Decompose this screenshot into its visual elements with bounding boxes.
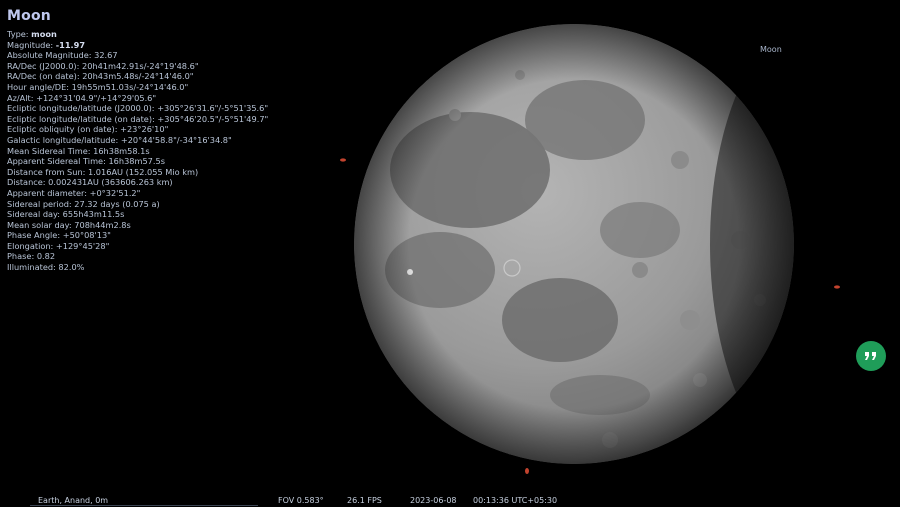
info-line: Type: moon: [7, 29, 347, 40]
info-line-value: +129°45'28": [55, 240, 110, 251]
info-line-value: 16h38m58.1s: [93, 145, 150, 156]
info-line-label: Phase:: [7, 251, 37, 262]
info-line-label: Type:: [7, 29, 32, 39]
info-line-label: RA/Dec (J2000.0):: [7, 60, 82, 71]
fov-text[interactable]: FOV 0.583°: [278, 496, 324, 505]
quote-icon: [865, 352, 876, 360]
info-line-label: Ecliptic longitude/latitude (J2000.0):: [7, 103, 158, 114]
info-line-label: Illuminated:: [7, 262, 59, 273]
info-line-value: 1.016AU (152.055 Mio km): [88, 166, 199, 177]
info-line-label: Mean solar day:: [7, 219, 75, 230]
info-line: Hour angle/DE: 19h55m51.03s/-24°14'46.0": [7, 82, 347, 93]
info-line: Az/Alt: +124°31'04.9"/+14°29'05.6": [7, 93, 347, 104]
info-line-value: +305°26'31.6"/-5°51'35.6": [157, 103, 269, 114]
moon-sky-label[interactable]: Moon: [760, 45, 782, 54]
info-line: Ecliptic longitude/latitude (on date): +…: [7, 114, 347, 125]
info-line: Ecliptic obliquity (on date): +23°26'10": [7, 124, 347, 135]
info-line: Magnitude: -11.97: [7, 40, 347, 51]
info-line: RA/Dec (J2000.0): 20h41m42.91s/-24°19'48…: [7, 61, 347, 72]
info-line-label: Hour angle/DE:: [7, 81, 72, 92]
star-marker[interactable]: [834, 285, 840, 289]
location-underline: [30, 505, 258, 506]
info-line-value: +50°08'13": [62, 230, 111, 241]
info-line: Sidereal day: 655h43m11.5s: [7, 209, 347, 220]
info-line-label: Distance:: [7, 177, 49, 188]
fps-text: 26.1 FPS: [347, 496, 382, 505]
date-text[interactable]: 2023-06-08: [410, 496, 457, 505]
info-line-value: 0.82: [36, 251, 56, 262]
info-line-value: +124°31'04.9"/+14°29'05.6": [36, 92, 157, 103]
info-line: Distance: 0.002431AU (363606.263 km): [7, 177, 347, 188]
info-line-value: +20°44'58.8"/-34°16'34.8": [120, 134, 232, 145]
info-line-label: Ecliptic longitude/latitude (on date):: [7, 113, 158, 124]
info-line: Distance from Sun: 1.016AU (152.055 Mio …: [7, 167, 347, 178]
info-line: Phase Angle: +50°08'13": [7, 230, 347, 241]
info-line-value: 20h41m42.91s/-24°19'48.6": [81, 60, 199, 71]
info-line: Apparent diameter: +0°32'51.2": [7, 188, 347, 199]
location-text[interactable]: Earth, Anand, 0m: [38, 496, 108, 505]
info-line-label: Apparent Sidereal Time:: [7, 156, 109, 167]
info-line-value: +0°32'51.2": [89, 187, 141, 198]
object-info-panel: Moon Type: moon Magnitude: -11.97 Absolute…: [7, 8, 347, 273]
info-line-value: -11.97: [55, 39, 86, 50]
info-line-label: RA/Dec (on date):: [7, 71, 83, 82]
info-line-value: 655h43m11.5s: [62, 209, 125, 220]
status-bar: Earth, Anand, 0m FOV 0.583° 26.1 FPS 202…: [0, 494, 900, 507]
info-line: Sidereal period: 27.32 days (0.075 a): [7, 199, 347, 210]
moon-disk: [354, 24, 794, 464]
info-line-label: Az/Alt:: [7, 92, 37, 103]
time-text[interactable]: 00:13:36 UTC+05:30: [473, 496, 557, 505]
info-line-value: +23°26'10": [120, 124, 169, 135]
info-line: Mean solar day: 708h44m2.8s: [7, 220, 347, 231]
info-line-label: Phase Angle:: [7, 230, 63, 241]
info-line-label: Absolute Magnitude:: [7, 50, 95, 61]
info-line-value: 20h43m5.48s/-24°14'46.0": [82, 71, 194, 82]
info-line-value: +305°46'20.5"/-5°51'49.7": [157, 113, 269, 124]
info-line-label: Sidereal day:: [7, 209, 63, 220]
info-line: Illuminated: 82.0%: [7, 262, 347, 273]
quote-button[interactable]: [856, 341, 886, 371]
info-line-label: Galactic longitude/latitude:: [7, 134, 121, 145]
info-line-label: Ecliptic obliquity (on date):: [7, 124, 121, 135]
info-line-label: Apparent diameter:: [7, 187, 90, 198]
info-line: RA/Dec (on date): 20h43m5.48s/-24°14'46.…: [7, 71, 347, 82]
info-line-value: moon: [31, 29, 57, 39]
star-marker[interactable]: [525, 468, 529, 474]
info-line-value: 82.0%: [58, 262, 85, 273]
info-line: Phase: 0.82: [7, 251, 347, 262]
info-line-label: Elongation:: [7, 240, 56, 251]
info-line: Ecliptic longitude/latitude (J2000.0): +…: [7, 103, 347, 114]
info-line-value: 16h38m57.5s: [108, 156, 165, 167]
info-line: Galactic longitude/latitude: +20°44'58.8…: [7, 135, 347, 146]
info-line-value: 32.67: [94, 50, 118, 61]
info-line-label: Distance from Sun:: [7, 166, 88, 177]
info-line-value: 0.002431AU (363606.263 km): [48, 177, 173, 188]
info-line-label: Magnitude:: [7, 39, 56, 50]
object-info-lines: Type: moon Magnitude: -11.97 Absolute Magn…: [7, 29, 347, 273]
info-line-label: Sidereal period:: [7, 198, 75, 209]
info-line: Mean Sidereal Time: 16h38m58.1s: [7, 146, 347, 157]
info-line-value: 27.32 days (0.075 a): [74, 198, 160, 209]
info-line-label: Mean Sidereal Time:: [7, 145, 94, 156]
info-line-value: 708h44m2.8s: [74, 219, 131, 230]
object-title: Moon: [7, 8, 51, 24]
info-line: Apparent Sidereal Time: 16h38m57.5s: [7, 156, 347, 167]
info-line: Absolute Magnitude: 32.67: [7, 50, 347, 61]
info-line-value: 19h55m51.03s/-24°14'46.0": [71, 81, 189, 92]
info-line: Elongation: +129°45'28": [7, 241, 347, 252]
